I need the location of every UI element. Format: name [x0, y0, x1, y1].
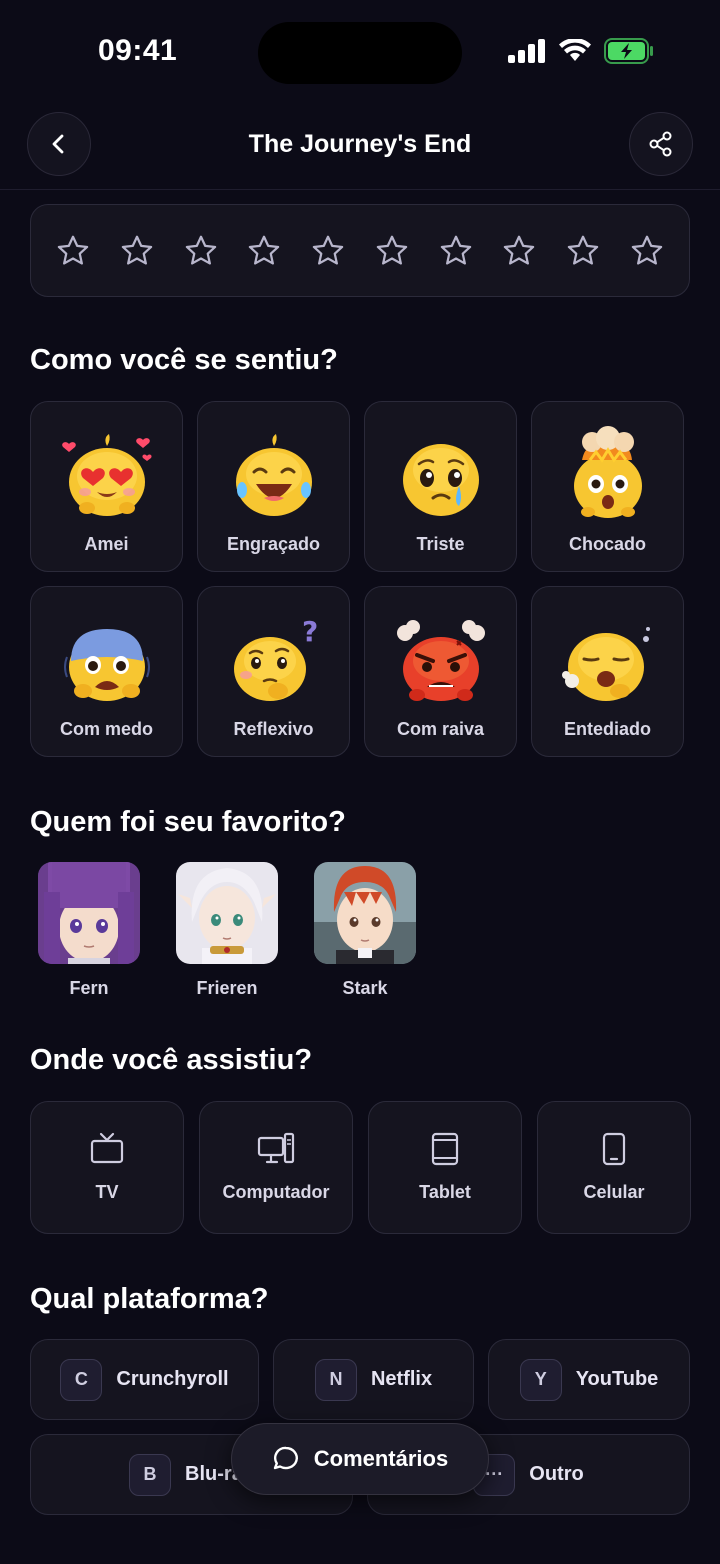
favorite-character-frieren[interactable]: Frieren — [176, 862, 278, 999]
emotion-option-com-medo[interactable]: Com medo — [30, 586, 183, 757]
status-icons — [508, 38, 654, 64]
platform-option-netflix[interactable]: N Netflix — [273, 1339, 474, 1420]
platform-name: Outro — [529, 1463, 584, 1485]
emotion-option-entediado[interactable]: Entediado — [531, 586, 684, 757]
stark-avatar — [314, 862, 416, 964]
favorite-character-stark[interactable]: Stark — [314, 862, 416, 999]
emotion-option-com-raiva[interactable]: Com raiva — [364, 586, 517, 757]
device-option-computador[interactable]: Computador — [199, 1101, 353, 1234]
shocked-emoji-icon — [573, 426, 642, 518]
angry-emoji-icon — [396, 620, 485, 701]
favorite-name: Fern — [69, 978, 109, 998]
devices-title: Onde você assistiu? — [30, 1044, 313, 1076]
device-label: Celular — [583, 1182, 645, 1202]
device-label: Computador — [222, 1182, 330, 1202]
wifi-icon — [559, 39, 591, 61]
star-icon — [185, 235, 216, 265]
device-label: Tablet — [419, 1182, 471, 1202]
comments-button[interactable]: Comentários — [231, 1423, 489, 1495]
star-icon — [57, 235, 89, 265]
clock: 09:41 — [98, 34, 178, 67]
platform-badge: N — [314, 1358, 357, 1401]
share-icon — [649, 131, 672, 157]
tv-icon — [90, 1132, 124, 1164]
platform-name: Netflix — [370, 1368, 433, 1390]
emotion-option-triste[interactable]: Triste — [364, 401, 517, 572]
emotion-label: Entediado — [563, 719, 651, 739]
star-9-button[interactable] — [565, 233, 601, 269]
tablet-icon — [431, 1132, 459, 1166]
star-4-button[interactable] — [246, 233, 282, 269]
crying-emoji-icon — [402, 444, 479, 516]
favorites-list: Fern Frieren Stark — [38, 862, 416, 999]
emotion-label: Com raiva — [396, 719, 485, 739]
device-options: TV Computador Tablet Celular — [30, 1101, 691, 1234]
platform-badge: Y — [519, 1358, 562, 1401]
emotion-option-amei[interactable]: Amei — [30, 401, 183, 572]
favorite-name: Frieren — [196, 978, 258, 998]
platform-name: Crunchyroll — [116, 1368, 229, 1390]
star-icon — [440, 235, 471, 265]
emotion-label: Triste — [416, 534, 465, 554]
dynamic-island — [258, 22, 462, 84]
star-icon — [121, 235, 152, 265]
star-3-button[interactable] — [183, 233, 219, 269]
star-7-button[interactable] — [438, 233, 474, 269]
platform-option-crunchyroll[interactable]: C Crunchyroll — [30, 1339, 259, 1420]
comments-label: Comentários — [313, 1446, 449, 1471]
platform-badge: C — [60, 1358, 103, 1401]
star-8-button[interactable] — [501, 233, 537, 269]
platform-name: YouTube — [575, 1368, 659, 1390]
emotion-grid: Amei Engraçado Triste Chocado Com medo ?… — [30, 401, 685, 757]
star-icon — [504, 235, 535, 265]
thinking-emoji-icon: ? — [233, 615, 318, 701]
star-icon — [376, 235, 408, 265]
page-title: The Journey's End — [248, 130, 472, 158]
top-nav: The Journey's End — [0, 110, 720, 190]
emotion-option-reflexivo[interactable]: ? Reflexivo — [197, 586, 350, 757]
emotion-label: Engraçado — [226, 534, 321, 554]
favorite-name: Stark — [342, 978, 388, 998]
star-icon — [567, 235, 599, 265]
platforms-title: Qual plataforma? — [30, 1283, 269, 1315]
emotion-label: Reflexivo — [233, 719, 314, 739]
share-button[interactable] — [629, 112, 693, 176]
emotion-option-engracado[interactable]: Engraçado — [197, 401, 350, 572]
emotion-label: Chocado — [568, 534, 646, 554]
star-icon — [631, 235, 663, 265]
computer-icon — [257, 1132, 295, 1164]
emotion-label: Amei — [84, 534, 129, 554]
star-rating — [30, 204, 690, 297]
emotion-option-chocado[interactable]: Chocado — [531, 401, 684, 572]
star-2-button[interactable] — [119, 233, 155, 269]
scared-emoji-icon — [63, 629, 150, 701]
device-option-celular[interactable]: Celular — [537, 1101, 691, 1234]
star-icon — [249, 235, 280, 265]
star-5-button[interactable] — [310, 233, 346, 269]
platform-badge: B — [129, 1453, 172, 1496]
device-option-tv[interactable]: TV — [30, 1101, 184, 1234]
star-1-button[interactable] — [55, 233, 91, 269]
bored-emoji-icon — [561, 627, 650, 701]
star-6-button[interactable] — [374, 233, 410, 269]
favorite-character-fern[interactable]: Fern — [38, 862, 140, 999]
star-icon — [312, 235, 344, 265]
status-bar: 09:41 — [0, 0, 720, 100]
chat-bubble-icon — [273, 1446, 298, 1470]
device-option-tablet[interactable]: Tablet — [368, 1101, 522, 1234]
signal-icon — [508, 39, 545, 63]
frieren-avatar — [176, 862, 278, 964]
svg-text:?: ? — [302, 615, 318, 648]
platform-option-youtube[interactable]: Y YouTube — [488, 1339, 690, 1420]
favorites-title: Quem foi seu favorito? — [30, 806, 346, 838]
laughing-emoji-icon — [235, 434, 312, 516]
device-label: TV — [95, 1182, 119, 1202]
emotions-title: Como você se sentiu? — [30, 344, 338, 376]
heart-eyes-emoji-icon — [61, 434, 152, 516]
phone-icon — [602, 1132, 626, 1166]
fern-avatar — [38, 862, 140, 964]
star-10-button[interactable] — [629, 233, 665, 269]
emotion-label: Com medo — [59, 719, 153, 739]
battery-icon — [604, 38, 653, 64]
